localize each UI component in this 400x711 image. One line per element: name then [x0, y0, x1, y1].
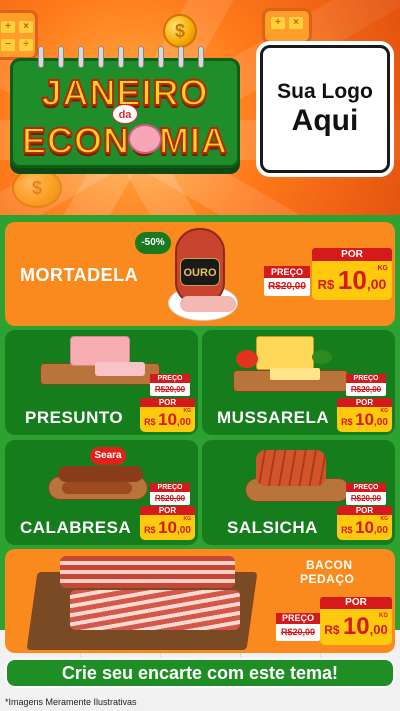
product-name: CALABRESA: [20, 518, 132, 537]
piggy-bank-icon: [128, 124, 162, 154]
coin-icon: $: [163, 14, 197, 48]
brand-label: OURO: [180, 258, 220, 286]
product-name: MORTADELA: [20, 265, 139, 285]
calabresa-image: [58, 466, 143, 482]
product-name: PRESUNTO: [25, 408, 124, 427]
old-price-tag: PREÇO R$20,00: [346, 374, 386, 396]
old-price-tag: PREÇO R$20,00: [150, 374, 190, 396]
calculator-icon: + ×: [262, 8, 312, 44]
flyer-page: + × − ÷ + × $ $ JANEIRO da ECONOMIA Sua …: [0, 0, 400, 711]
mussarela-image: [256, 336, 314, 370]
new-price-tag: POR R$ 10,00 KG: [312, 248, 392, 300]
logo-placeholder: Sua Logo Aqui: [260, 45, 390, 173]
title-line-2: ECONOMIA: [21, 119, 228, 162]
old-price-tag: PREÇO R$20,00: [264, 266, 310, 296]
logo-text-2: Aqui: [291, 104, 359, 137]
coin-icon: $: [12, 168, 62, 208]
brand-label: Seara: [90, 447, 126, 465]
old-price-tag: PREÇO R$20,00: [346, 483, 386, 505]
cta-banner[interactable]: Crie seu encarte com este tema!: [5, 658, 395, 688]
new-price-tag: POR R$ 10,00 KG: [337, 398, 392, 432]
logo-text-1: Sua Logo: [277, 80, 373, 103]
new-price-tag: POR R$ 10,00 KG: [337, 506, 392, 540]
product-name: SALSICHA: [227, 518, 318, 537]
product-name-line-1: BACON: [306, 558, 353, 572]
salsicha-image: [256, 450, 326, 486]
product-name: MUSSARELA: [217, 408, 330, 427]
calculator-icon: + × − ÷: [0, 10, 38, 60]
product-name-line-2: PEDAÇO: [300, 572, 355, 586]
new-price-tag: POR R$ 10,00 KG: [140, 398, 195, 432]
header-banner: + × − ÷ + × $ $ JANEIRO da ECONOMIA Sua …: [0, 0, 400, 215]
old-price-tag: PREÇO R$20,00: [276, 613, 320, 641]
discount-badge: -50%: [135, 232, 171, 254]
new-price-tag: POR R$ 10,00 KG: [320, 597, 392, 645]
disclaimer-text: *Imagens Meramente Ilustrativas: [5, 697, 137, 707]
bacon-image: [60, 556, 235, 588]
new-price-tag: POR R$ 10,00 KG: [140, 506, 195, 540]
old-price-tag: PREÇO R$20,00: [150, 483, 190, 505]
